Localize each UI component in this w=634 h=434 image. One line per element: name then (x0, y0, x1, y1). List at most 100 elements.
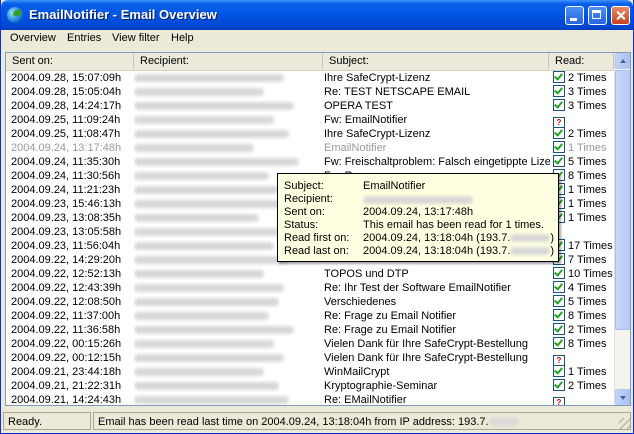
sent-cell: 2004.09.28, 15:07:09h (11, 72, 122, 84)
column-header-recipient[interactable]: Recipient: (134, 53, 323, 69)
recipient-cell-redacted (134, 323, 322, 337)
subject-cell: Vielen Dank für Ihre SafeCrypt-Bestellun… (324, 352, 529, 364)
recipient-cell-redacted (134, 379, 322, 393)
scroll-down-arrow-icon[interactable] (615, 389, 630, 405)
read-count: 2 Times (568, 324, 607, 336)
read-count: 2 Times (568, 380, 607, 392)
main-window: EmailNotifier - Email Overview Overview … (0, 0, 634, 434)
subject-cell: Fw: Freischaltproblem: Falsch eingetippt… (324, 156, 550, 168)
read-check-icon (553, 379, 565, 391)
table-row[interactable]: 2004.09.21, 14:24:43h Re: EMailNotifier? (6, 393, 614, 405)
read-cell: ? (551, 393, 614, 405)
recipient-cell-redacted (134, 337, 322, 351)
read-count: 1 Times (568, 366, 607, 378)
sent-cell: 2004.09.22, 14:29:20h (11, 254, 122, 266)
read-check-icon (553, 309, 565, 321)
read-cell: 2 Times (551, 71, 614, 85)
sent-cell: 2004.09.23, 13:08:35h (11, 212, 122, 224)
read-cell: 2 Times (551, 323, 614, 337)
recipient-cell-redacted (134, 155, 322, 169)
recipient-cell-redacted (134, 99, 322, 113)
read-check-icon (553, 267, 565, 279)
table-row[interactable]: 2004.09.22, 00:15:26h Vielen Dank für Ihr… (6, 337, 614, 351)
sent-cell: 2004.09.22, 11:37:00h (11, 310, 121, 322)
subject-cell: Re: Frage zu Email Notifier (324, 310, 457, 322)
read-count: 3 Times (568, 100, 607, 112)
table-row[interactable]: 2004.09.28, 15:07:09h Ihre SafeCrypt-Lize… (6, 71, 614, 85)
sent-cell: 2004.09.22, 00:15:26h (11, 338, 122, 350)
table-row[interactable]: 2004.09.25, 11:09:24h Fw: EmailNotifier? (6, 113, 614, 127)
column-header-subject[interactable]: Subject: (323, 53, 549, 69)
email-detail-tooltip: Subject: EmailNotifier Recipient: Sent on… (277, 173, 559, 262)
subject-cell: Re: Frage zu Email Notifier (324, 324, 457, 336)
tooltip-last-value: 2004.09.24, 13:18:04h (193.7.) (363, 245, 555, 257)
sent-cell: 2004.09.25, 11:09:24h (11, 114, 121, 126)
sent-cell: 2004.09.23, 15:46:13h (11, 198, 122, 210)
read-cell: 2 Times (551, 127, 614, 141)
tooltip-first-label: Read first on: (284, 232, 350, 244)
table-row[interactable]: 2004.09.22, 11:36:58h Re: Frage zu Email … (6, 323, 614, 337)
table-row[interactable]: 2004.09.24, 13:17:48h EmailNotifier 1 Time… (6, 141, 614, 155)
sent-cell: 2004.09.24, 11:30:56h (11, 170, 121, 182)
sent-cell: 2004.09.24, 11:21:23h (11, 184, 121, 196)
status-bar: Ready. Email has been read last time on … (1, 410, 633, 432)
column-header-sent[interactable]: Sent on: (6, 53, 134, 69)
sent-cell: 2004.09.21, 23:44:18h (11, 366, 122, 378)
read-cell: 1 Times (551, 197, 614, 211)
app-globe-icon[interactable] (7, 7, 23, 23)
subject-cell: Verschiedenes (324, 296, 397, 308)
menu-overview[interactable]: Overview (10, 32, 56, 44)
menu-view-filter[interactable]: View filter (112, 32, 159, 44)
read-cell: ? (551, 113, 614, 127)
subject-cell: Ihre SafeCrypt-Lizenz (324, 72, 431, 84)
close-button[interactable] (611, 6, 630, 25)
read-check-icon (553, 127, 565, 139)
menu-help[interactable]: Help (171, 32, 194, 44)
table-row[interactable]: 2004.09.28, 14:24:17h OPERA TEST 3 Times (6, 99, 614, 113)
table-row[interactable]: 2004.09.25, 11:08:47h Ihre SafeCrypt-Lize… (6, 127, 614, 141)
maximize-button[interactable] (588, 6, 607, 25)
recipient-cell-redacted (134, 281, 322, 295)
table-row[interactable]: 2004.09.22, 11:37:00h Re: Frage zu Email … (6, 309, 614, 323)
read-cell: 3 Times (551, 85, 614, 99)
read-cell: 5 Times (551, 295, 614, 309)
read-count: 3 Times (568, 86, 607, 98)
table-row[interactable]: 2004.09.22, 12:08:50h Verschiedenes 5 Time… (6, 295, 614, 309)
scroll-up-arrow-icon[interactable] (615, 53, 630, 69)
read-cell: 8 Times (551, 337, 614, 351)
subject-cell: EmailNotifier (324, 142, 387, 154)
read-cell: 1 Times (551, 141, 614, 155)
read-cell: 3 Times (551, 99, 614, 113)
tooltip-subject-value: EmailNotifier (363, 180, 426, 192)
vertical-scrollbar[interactable] (614, 53, 630, 405)
resize-grip-icon[interactable] (619, 418, 631, 430)
read-count: 1 Times (568, 142, 607, 154)
recipient-cell-redacted (134, 393, 322, 405)
read-cell: 10 Times (551, 267, 614, 281)
read-count: 2 Times (568, 128, 607, 140)
menu-entries[interactable]: Entries (67, 32, 101, 44)
column-header-read[interactable]: Read: (549, 53, 614, 69)
table-row[interactable]: 2004.09.21, 21:22:31h Kryptographie-Semin… (6, 379, 614, 393)
subject-cell: Re: Ihr Test der Software EmailNotifier (324, 282, 511, 294)
read-count: 8 Times (568, 310, 607, 322)
table-row[interactable]: 2004.09.24, 11:35:30h Fw: Freischaltprobl… (6, 155, 614, 169)
table-row[interactable]: 2004.09.28, 15:05:04h Re: TEST NETSCAPE E… (6, 85, 614, 99)
title-bar[interactable]: EmailNotifier - Email Overview (1, 0, 633, 30)
read-check-icon (553, 71, 565, 83)
read-count: 4 Times (568, 282, 607, 294)
read-check-icon (553, 295, 565, 307)
read-cell: 4 Times (551, 281, 614, 295)
minimize-button[interactable] (565, 6, 584, 25)
tooltip-recipient-label: Recipient: (284, 193, 333, 205)
recipient-cell-redacted (134, 113, 322, 127)
table-row[interactable]: 2004.09.22, 12:43:39h Re: Ihr Test der So… (6, 281, 614, 295)
table-row[interactable]: 2004.09.22, 00:12:15h Vielen Dank für Ihr… (6, 351, 614, 365)
read-count: 10 Times (568, 268, 613, 280)
table-row[interactable]: 2004.09.22, 12:52:13h TOPOS und DTP 10 Tim… (6, 267, 614, 281)
scroll-thumb[interactable] (615, 70, 630, 330)
read-count: 5 Times (568, 156, 607, 168)
table-row[interactable]: 2004.09.21, 23:44:18h WinMailCrypt 1 Times (6, 365, 614, 379)
list-header: Sent on: Recipient: Subject: Read: (6, 53, 614, 71)
read-cell: 1 Times (551, 211, 614, 225)
